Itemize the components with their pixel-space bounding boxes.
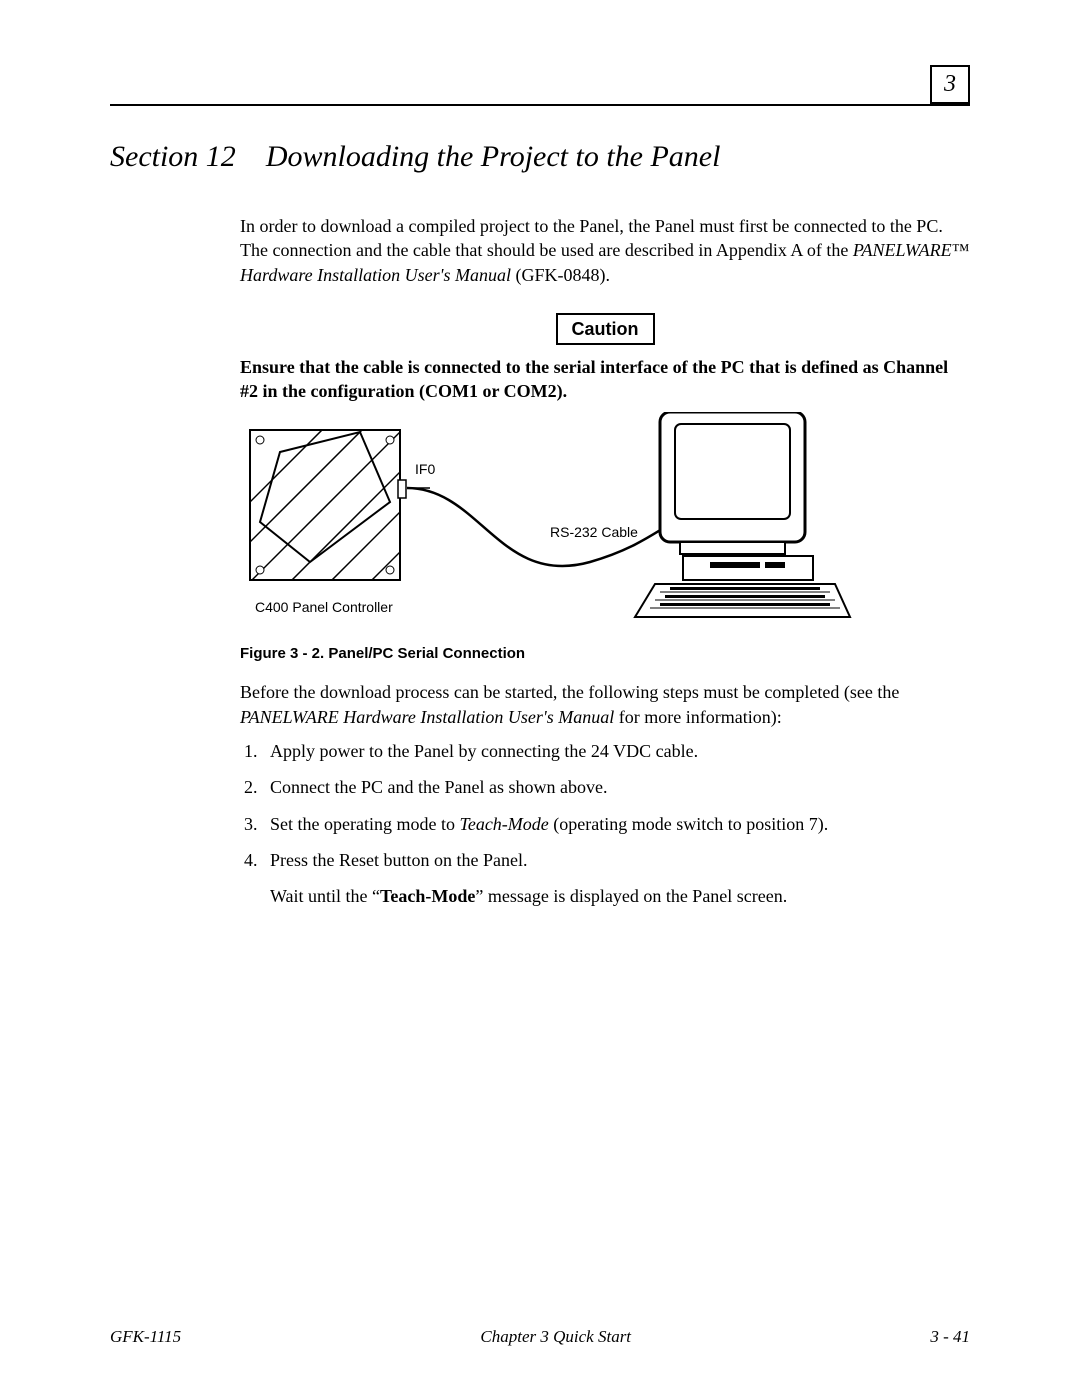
step-1: Apply power to the Panel by connecting t… xyxy=(262,739,970,763)
step-4-wait-suffix: ” message is displayed on the Panel scre… xyxy=(475,886,787,906)
before-steps-prefix: Before the download process can be start… xyxy=(240,682,899,702)
caution-label-box: Caution xyxy=(556,313,655,345)
page-footer: GFK-1115 Chapter 3 Quick Start 3 - 41 xyxy=(110,1327,970,1347)
footer-chapter-title: Chapter 3 Quick Start xyxy=(480,1327,631,1347)
before-steps-suffix: for more information): xyxy=(614,707,781,727)
caution-text: Ensure that the cable is connected to th… xyxy=(240,355,970,404)
figure-panel-pc-connection: IF0 RS-232 Cable xyxy=(240,412,970,638)
body-content: In order to download a compiled project … xyxy=(240,214,970,908)
c400-controller-label: C400 Panel Controller xyxy=(255,599,393,615)
step-4: Press the Reset button on the Panel. Wai… xyxy=(262,848,970,909)
caution-block: Caution xyxy=(240,295,970,355)
section-heading-text: Downloading the Project to the Panel xyxy=(266,140,721,173)
caution-label: Caution xyxy=(572,319,639,339)
chapter-number-box: 3 xyxy=(930,65,970,104)
intro-doc-suffix: (GFK-0848). xyxy=(511,265,610,285)
step-1-text: Apply power to the Panel by connecting t… xyxy=(270,741,698,761)
section-title: Section 12 Downloading the Project to th… xyxy=(110,140,970,174)
chapter-number: 3 xyxy=(944,71,956,97)
step-3: Set the operating mode to Teach-Mode (op… xyxy=(262,812,970,836)
before-steps-paragraph: Before the download process can be start… xyxy=(240,680,970,729)
step-4-text: Press the Reset button on the Panel. xyxy=(270,850,527,870)
intro-paragraph: In order to download a compiled project … xyxy=(240,214,970,287)
step-3-italic: Teach-Mode xyxy=(459,814,548,834)
intro-text-1: In order to download a compiled project … xyxy=(240,216,943,260)
footer-doc-number: GFK-1115 xyxy=(110,1327,181,1347)
figure-svg: IF0 RS-232 Cable xyxy=(240,412,860,632)
section-number: Section 12 xyxy=(110,140,236,173)
keyboard-icon xyxy=(635,584,850,617)
if0-port-icon xyxy=(398,480,406,498)
header-rule xyxy=(110,104,970,106)
step-4-wait: Wait until the “Teach-Mode” message is d… xyxy=(270,884,970,908)
figure-caption: Figure 3 - 2. Panel/PC Serial Connection xyxy=(240,644,970,664)
step-4-wait-prefix: Wait until the “ xyxy=(270,886,380,906)
step-2: Connect the PC and the Panel as shown ab… xyxy=(262,775,970,799)
rs232-cable-label: RS-232 Cable xyxy=(550,524,638,540)
footer-page-number: 3 - 41 xyxy=(930,1327,970,1347)
steps-list: Apply power to the Panel by connecting t… xyxy=(240,739,970,908)
before-steps-doc-ref: PANELWARE Hardware Installation User's M… xyxy=(240,707,614,727)
step-3-suffix: (operating mode switch to position 7). xyxy=(549,814,828,834)
pc-monitor-icon xyxy=(660,412,813,580)
step-4-wait-bold: Teach-Mode xyxy=(380,886,475,906)
step-2-text: Connect the PC and the Panel as shown ab… xyxy=(270,777,607,797)
if0-label: IF0 xyxy=(415,461,435,477)
step-3-prefix: Set the operating mode to xyxy=(270,814,459,834)
